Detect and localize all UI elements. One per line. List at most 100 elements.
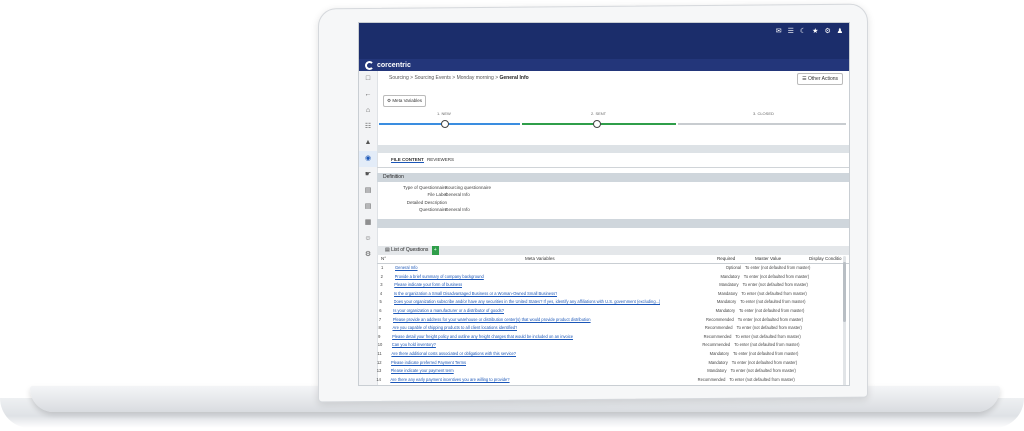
tab-reviewers[interactable]: REVIEWERS bbox=[427, 157, 454, 162]
sidebar-grid-icon[interactable]: ▦ bbox=[359, 215, 377, 231]
question-link[interactable]: Please indicate preferred Payment Terms bbox=[391, 359, 466, 368]
master-value: To enter (not defaulted from master) bbox=[728, 384, 793, 385]
sidebar-doc-icon[interactable]: ▤ bbox=[359, 183, 377, 199]
table-row[interactable]: 9 Please detail your freight policy and o… bbox=[377, 333, 849, 342]
step-bar-new bbox=[379, 123, 520, 125]
chat-icon[interactable]: ✉ bbox=[776, 27, 782, 35]
star-icon[interactable]: ★ bbox=[812, 27, 818, 35]
table-row[interactable]: 2 Provide a brief summary of company back… bbox=[377, 273, 849, 282]
definition-header[interactable]: Definition bbox=[377, 173, 849, 182]
table-row[interactable]: 11 Are there additional costs associated … bbox=[377, 350, 849, 359]
sidebar-bars-icon[interactable]: ▤ bbox=[359, 199, 377, 215]
scrollbar[interactable] bbox=[843, 256, 846, 385]
sidebar-square-icon[interactable]: □ bbox=[359, 71, 377, 87]
sidebar-home-icon[interactable]: ⌂ bbox=[359, 103, 377, 119]
master-value: To enter (not defaulted from master) bbox=[734, 342, 800, 348]
table-row[interactable]: 15 Please briefly describe your early pay… bbox=[377, 384, 849, 385]
moon-icon[interactable]: ☾ bbox=[800, 27, 806, 35]
breadcrumb-separator: > bbox=[452, 75, 456, 81]
sidebar-users-icon[interactable]: ☺ bbox=[359, 231, 377, 247]
table-row[interactable]: 5 Does your organization subscribe and/or… bbox=[377, 298, 849, 307]
question-link[interactable]: General Info bbox=[395, 264, 418, 273]
definition-value: Sourcing questionnaire bbox=[445, 185, 492, 190]
sidebar-cart-icon[interactable]: ☷ bbox=[359, 119, 377, 135]
row-number: 7 bbox=[378, 316, 382, 322]
table-row[interactable]: 10 Can you hold inventory? Recommended To e… bbox=[377, 341, 849, 350]
row-number: 12 bbox=[377, 359, 382, 365]
required-value: Mandatory bbox=[718, 290, 738, 296]
section-divider bbox=[377, 219, 849, 228]
add-question-icon[interactable]: + bbox=[431, 246, 439, 255]
question-link[interactable]: Is the organization a Small Disadvantage… bbox=[394, 290, 558, 299]
table-row[interactable]: 13 Please indicate your payment term Manda… bbox=[377, 367, 849, 376]
col-num[interactable]: N° bbox=[381, 256, 386, 261]
question-link[interactable]: Is your organization a manufacturer or a… bbox=[393, 307, 504, 316]
sidebar-handshake-icon[interactable]: ☛ bbox=[359, 167, 377, 183]
questions-table-header: N° Meta Variables Required Master Value … bbox=[377, 255, 849, 264]
gear-icon[interactable]: ⚙ bbox=[824, 27, 830, 35]
table-row[interactable]: 7 Please provide an address for your ware… bbox=[377, 316, 849, 325]
table-row[interactable]: 3 Please indicate your form of business Ma… bbox=[377, 281, 849, 290]
user-icon[interactable]: ♟ bbox=[837, 27, 843, 35]
question-link[interactable]: Does your organization subscribe and/or … bbox=[394, 298, 661, 307]
meta-variables-label: Meta Variables bbox=[392, 98, 422, 103]
breadcrumb: Sourcing > Sourcing Events > Monday morn… bbox=[389, 75, 529, 81]
row-number: 3 bbox=[380, 282, 383, 288]
nav-bar bbox=[359, 59, 849, 71]
question-link[interactable]: Please indicate your form of business bbox=[394, 281, 462, 290]
question-link[interactable]: Please briefly describe your early payme… bbox=[390, 384, 486, 385]
master-value: To enter (not defaulted from master) bbox=[731, 359, 798, 365]
col-display[interactable]: Display Conditio bbox=[809, 256, 842, 261]
required-value: Mandatory bbox=[720, 273, 740, 279]
breadcrumb-item[interactable]: Sourcing bbox=[389, 75, 409, 81]
list-icon: ▤ bbox=[385, 247, 390, 253]
col-master[interactable]: Master Value bbox=[755, 256, 781, 261]
question-link[interactable]: Please provide an address for your wareh… bbox=[393, 316, 591, 325]
definition-key: File Label bbox=[427, 192, 447, 197]
table-row[interactable]: 4 Is the organization a Small Disadvantag… bbox=[377, 290, 849, 299]
col-required[interactable]: Required bbox=[717, 256, 735, 261]
required-value: Recommended bbox=[697, 376, 726, 382]
table-row[interactable]: 6 Is your organization a manufacturer or … bbox=[377, 307, 849, 316]
required-value: Mandatory bbox=[715, 308, 735, 313]
sidebar-arrow-icon[interactable]: ← bbox=[359, 87, 377, 103]
question-link[interactable]: Please indicate your payment term bbox=[391, 367, 454, 376]
questions-header: ▤ List of Questions + bbox=[377, 246, 849, 255]
sidebar-sourcing-icon[interactable]: ◉ bbox=[359, 151, 377, 167]
table-row[interactable]: 12 Please indicate preferred Payment Term… bbox=[377, 359, 849, 368]
master-value: To enter (not defaulted from master) bbox=[740, 299, 806, 305]
breadcrumb-separator: > bbox=[495, 75, 499, 81]
master-value: To enter (not defaulted from master) bbox=[739, 308, 805, 313]
required-value: Recommended bbox=[702, 342, 731, 348]
sidebar-chart-icon[interactable]: ▲ bbox=[359, 135, 377, 151]
step-dot bbox=[441, 120, 449, 128]
sidebar-settings-icon[interactable]: ⚙ bbox=[359, 247, 377, 263]
table-row[interactable]: 8 Are you capable of shipping products to… bbox=[377, 324, 849, 333]
table-row[interactable]: 14 Are there any early payment incentives… bbox=[376, 376, 849, 385]
logo-mark-icon bbox=[365, 61, 374, 70]
other-actions-button[interactable]: ☰ Other Actions bbox=[797, 73, 843, 85]
question-link[interactable]: Are you capable of shipping products to … bbox=[392, 324, 517, 333]
required-value: Mandatory bbox=[719, 282, 739, 288]
col-meta[interactable]: Meta Variables bbox=[525, 256, 555, 261]
app-screen: ✉ ☰ ☾ ★ ⚙ ♟ corcentric □ ← ⌂ ☷ ▲ ◉ ☛ ▤ ▤… bbox=[358, 22, 850, 386]
breadcrumb-item[interactable]: Sourcing Events bbox=[414, 75, 450, 81]
master-value: To enter (not defaulted from master) bbox=[737, 316, 804, 322]
question-link[interactable]: Provide a brief summary of company backg… bbox=[395, 273, 484, 282]
tab-file-content[interactable]: FILE CONTENT bbox=[391, 157, 424, 163]
question-link[interactable]: Can you hold inventory? bbox=[392, 341, 436, 350]
table-row[interactable]: 1 General Info Optional To enter (not defau… bbox=[377, 264, 849, 273]
required-value: Optional bbox=[725, 265, 741, 270]
brand-logo[interactable]: corcentric bbox=[365, 61, 411, 70]
question-link[interactable]: Are there any early payment incentives y… bbox=[390, 376, 509, 385]
master-value: To enter (not defaulted from master) bbox=[733, 351, 799, 356]
scrollbar-thumb[interactable] bbox=[843, 262, 846, 322]
row-number: 11 bbox=[377, 351, 382, 356]
required-value: Recommended bbox=[706, 316, 734, 322]
question-link[interactable]: Are there additional costs associated or… bbox=[391, 350, 516, 359]
meta-variables-button[interactable]: ⚙ Meta Variables bbox=[383, 95, 426, 107]
question-link[interactable]: Please detail your freight policy and ou… bbox=[392, 333, 573, 342]
breadcrumb-item[interactable]: Monday morning bbox=[457, 75, 494, 81]
master-value: To enter (not defaulted from master) bbox=[743, 273, 810, 279]
mail-icon[interactable]: ☰ bbox=[788, 27, 794, 35]
